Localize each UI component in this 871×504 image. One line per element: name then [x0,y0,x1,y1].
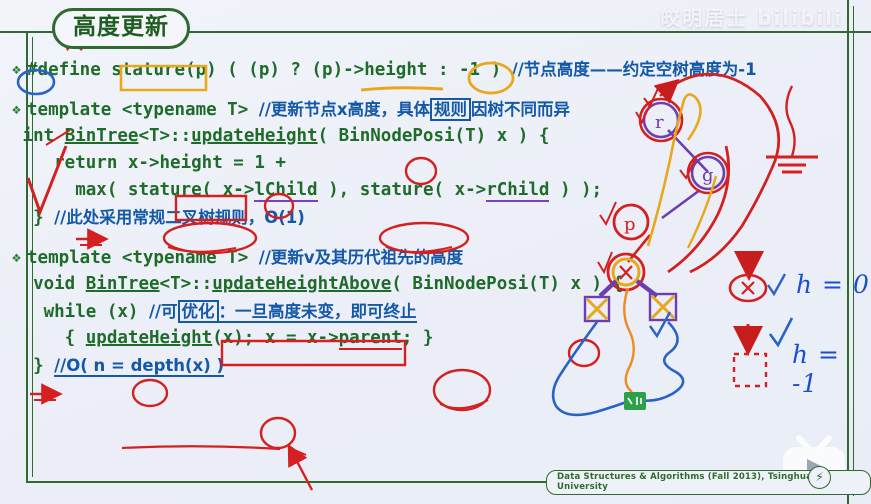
line-return-height-seg-2: = [222,153,255,173]
code-bullet-icon: ❖ [12,60,22,78]
line-define-seg-4: : [427,60,460,80]
legend-label-hneg: h = -1 [792,340,840,398]
line-close-1: } //此处采用常规二叉树规则，O(1) [12,204,712,231]
code-bullet-icon: ❖ [12,248,22,266]
line-template-2-seg-1: //更新v及其历代祖先的高度 [258,248,464,267]
line-max-stature-seg-2: ( x-> [201,180,255,200]
line-define-seg-0: #define [27,60,112,80]
line-define-seg-7: //节点高度——约定空树高度为-1 [511,60,757,79]
line-updateheightabove-sig-seg-3: updateHeightAbove [212,274,392,294]
line-max-stature-seg-4: ), [317,180,360,200]
watermark-text: 皎明居士 bilibili [660,6,843,30]
line-body-seg-1: updateHeight [85,328,213,348]
frame-rule-right-outer [847,0,849,504]
line-body-seg-0: { [12,328,86,348]
line-while-seg-3: //可 [148,302,178,321]
line-max-stature-seg-1: stature [127,180,202,200]
line-body-seg-2: (x); x = x-> [212,328,339,348]
line-updateheight-sig-seg-0: int [12,126,65,146]
line-template-1-seg-1: //更新节点x高度，具体 [258,100,430,119]
line-close-2: } //O( n = depth(x) ) [12,352,712,379]
slide-canvas: 皎明居士 bilibili 高度更新 ❖ #define stature(p) (… [0,0,871,504]
line-while-seg-4: 优化 [177,300,219,323]
line-template-2-seg-0: template <typename T> [27,248,259,268]
frame-rule-right-inner [853,6,854,496]
line-while-seg-2 [138,302,149,322]
line-template-1-seg-2: 规则 [430,98,471,121]
line-template-1-seg-0: template <typename T> [27,100,259,120]
line-close-2-seg-1: //O( n = depth(x) ) [54,356,225,377]
line-while-seg-5: ：一旦高度未变，即可终止 [218,302,417,323]
footer-badge-icon: ⚡ [808,466,831,489]
line-body-seg-3: parent [338,328,402,350]
line-define-seg-5: -1 [459,60,481,80]
line-max-stature-seg-0: max( [12,180,128,200]
line-updateheightabove-sig-seg-4: ( BinNodePosi(T) x ) { [391,274,624,294]
line-template-2: ❖ template <typename T> //更新v及其历代祖先的高度 [12,244,712,271]
line-close-1-seg-1: //此处采用常规二叉树规则，O(1) [54,208,305,227]
line-define-seg-2: (p) ( (p) ? (p)-> [185,60,365,80]
line-max-stature-seg-8: ) ); [549,180,603,200]
line-define-seg-3: height [364,60,428,80]
line-max-stature-seg-3: lChild [254,180,318,202]
line-close-1-seg-0: } [12,208,55,228]
line-updateheightabove-sig: void BinTree<T>::updateHeightAbove( BinN… [12,271,712,298]
line-updateheight-sig-seg-4: ( BinNodePosi(T) x ) { [317,126,550,146]
line-template-1-seg-3: 因树不同而异 [471,100,570,119]
line-max-stature-seg-5: stature [359,180,434,200]
line-define-seg-6: ) [480,60,512,80]
line-body-seg-4: ; } [401,328,434,348]
line-define-seg-1: stature [111,60,186,80]
line-return-height-seg-3: 1 [254,153,265,173]
line-updateheightabove-sig-seg-2: <T>:: [159,274,213,294]
line-body: { updateHeight(x); x = x->parent; } [12,325,712,352]
line-close-2-seg-0: } [12,356,55,376]
line-updateheight-sig-seg-1: BinTree [64,126,139,146]
line-updateheight-sig-seg-2: <T>:: [138,126,192,146]
line-define: ❖ #define stature(p) ( (p) ? (p)->height … [12,56,757,83]
line-while: while (x) //可 优化 ：一旦高度未变，即可终止 [12,298,712,325]
line-updateheight-sig-seg-3: updateHeight [191,126,318,146]
line-template-1: ❖ template <typename T> //更新节点x高度，具体 规则 因树不… [12,96,712,123]
line-while-seg-1: (x) [106,302,139,322]
line-updateheight-sig: int BinTree<T>::updateHeight( BinNodePos… [12,123,712,150]
line-max-stature: max( stature( x->lChild ), stature( x->r… [12,177,712,204]
page-title: 高度更新 [52,8,190,49]
line-max-stature-seg-7: rChild [486,180,550,202]
line-return-height-seg-0: return x-> [12,153,160,173]
line-return-height-seg-4: + [264,153,286,173]
line-return-height: return x->height = 1 + [12,150,712,177]
line-updateheightabove-sig-seg-0: void [12,274,86,294]
code-bullet-icon: ❖ [12,100,22,118]
code-block: ❖ #define stature(p) ( (p) ? (p)->height … [12,56,757,379]
legend-label-h0: h = 0 [796,270,870,299]
line-return-height-seg-1: height [159,153,223,173]
line-updateheightabove-sig-seg-1: BinTree [85,274,160,294]
line-while-seg-0: while [12,302,107,322]
line-max-stature-seg-6: ( x-> [433,180,487,200]
